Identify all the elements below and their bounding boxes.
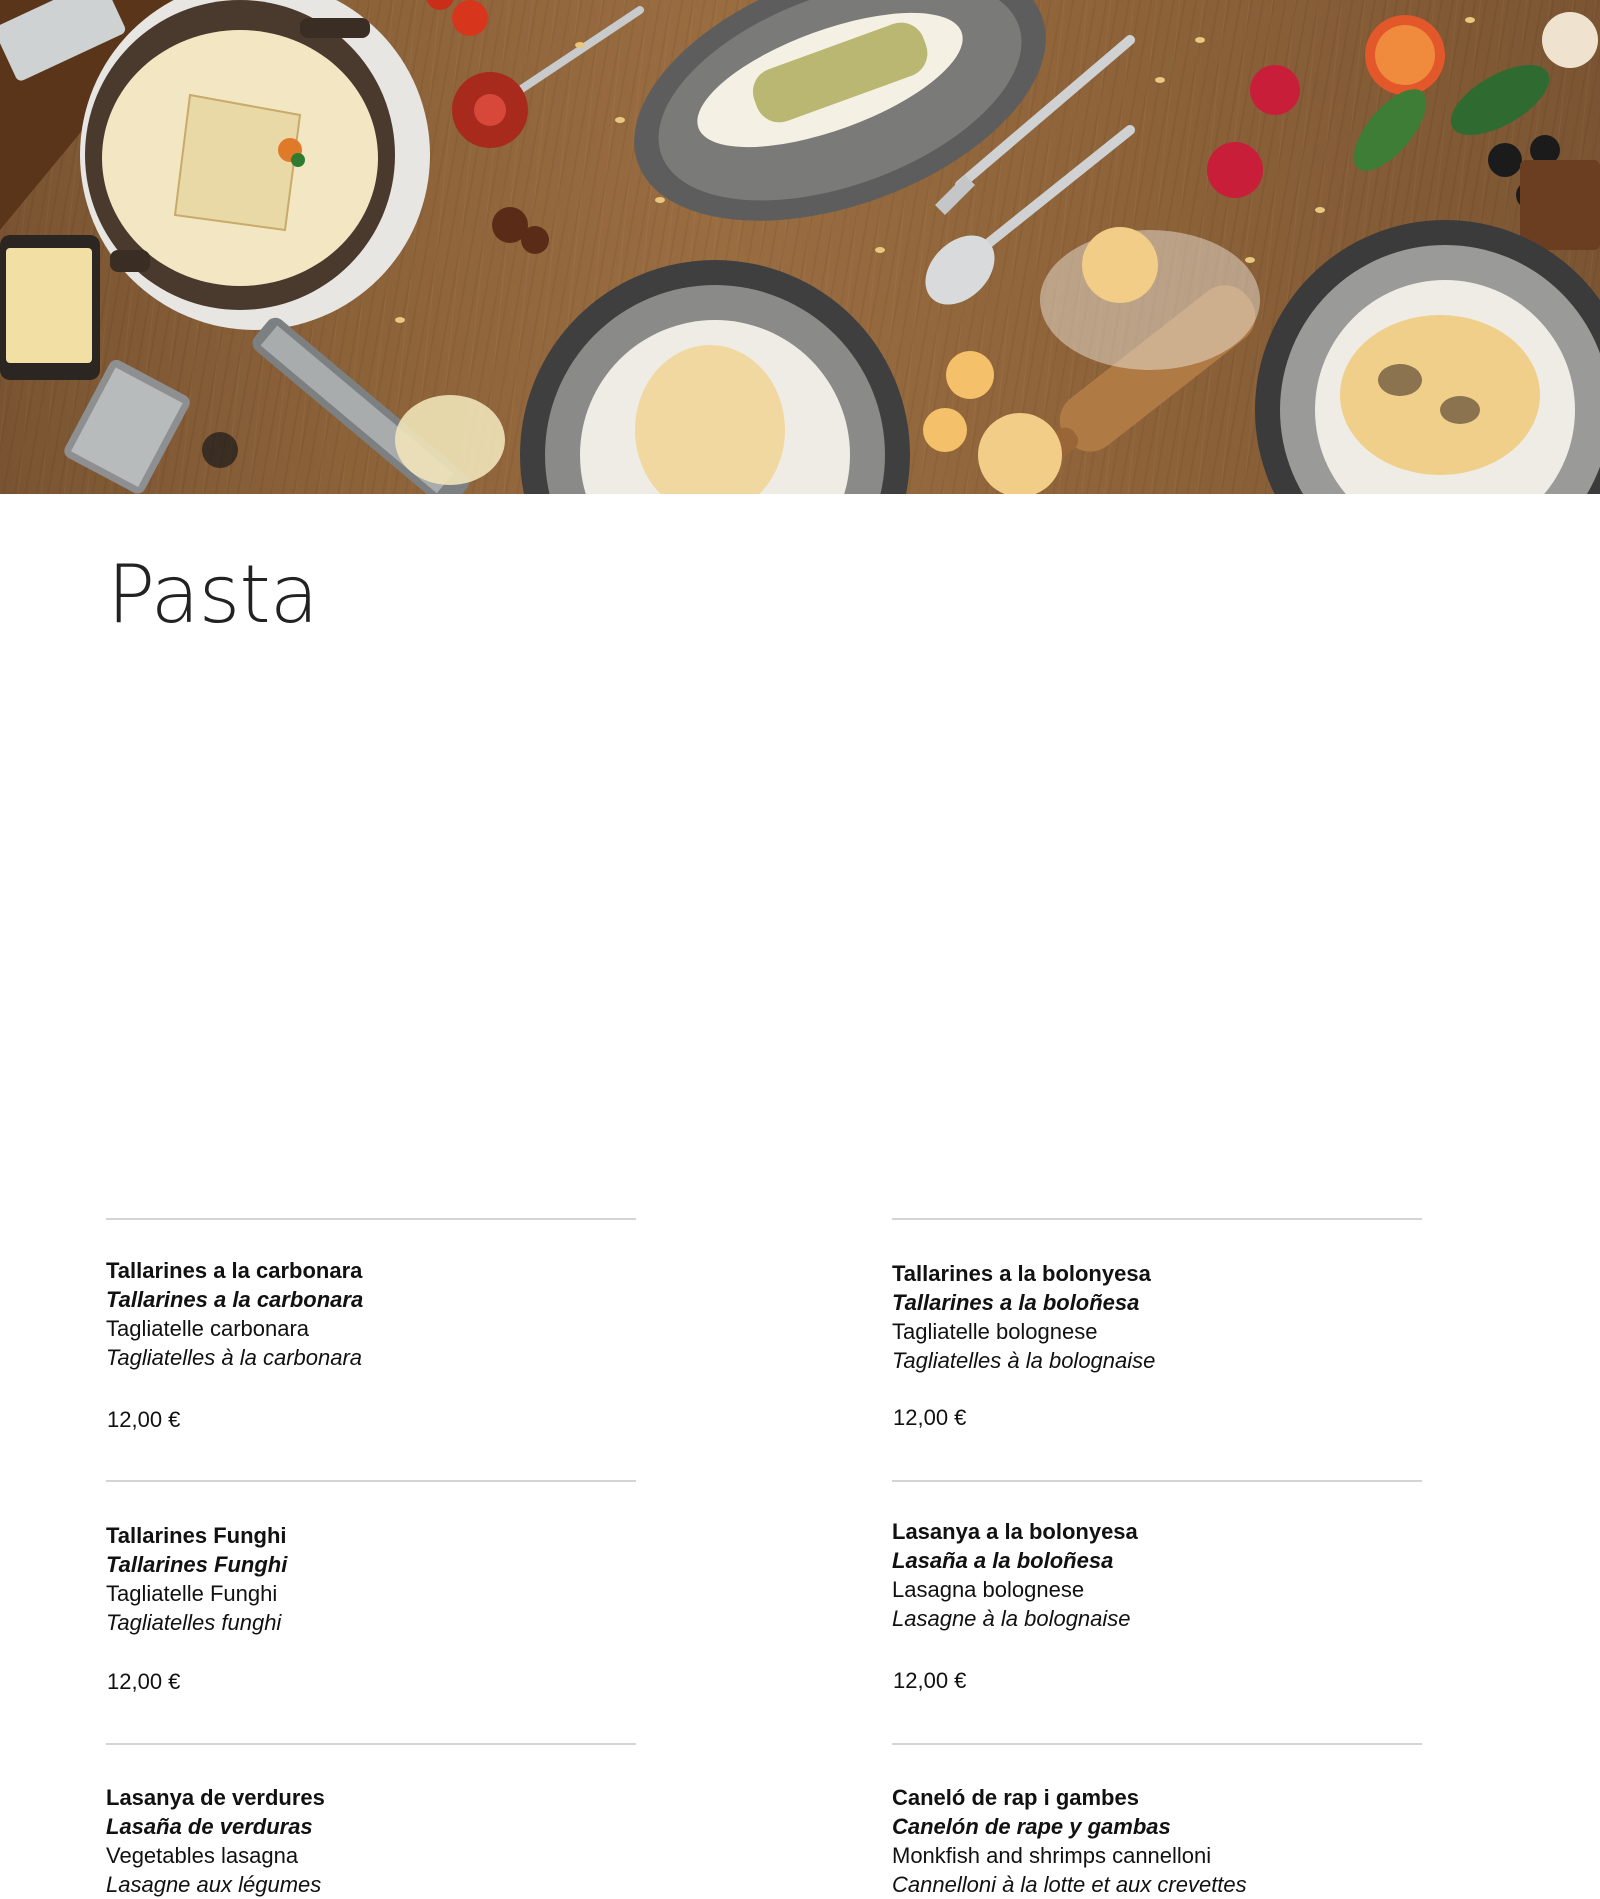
dish-name-catalan: Lasanya de verdures — [106, 1785, 325, 1810]
divider — [106, 1743, 636, 1745]
dish-name-english: Monkfish and shrimps cannelloni — [892, 1843, 1212, 1868]
dish-name-english: Tagliatelle Funghi — [106, 1581, 278, 1606]
menu-item: Tallarines a la bolonyesa Tallarines a l… — [892, 1218, 1422, 1430]
radish — [1250, 65, 1300, 115]
dish-name-french: Tagliatelles à la carbonara — [106, 1345, 363, 1370]
menu-item: Caneló de rap i gambes Canelón de rape y… — [892, 1743, 1422, 1897]
truffle — [1488, 143, 1522, 177]
grated-cheese — [395, 395, 505, 485]
section-title: Pasta — [107, 548, 319, 641]
dish-name-spanish: Tallarines a la boloñesa — [892, 1290, 1140, 1315]
dish-names: Lasanya de verdures Lasaña de verduras V… — [106, 1783, 325, 1899]
divider — [892, 1218, 1422, 1220]
pasta-nest — [1082, 227, 1158, 303]
dish-name-english: Tagliatelle carbonara — [106, 1316, 310, 1341]
dish-name-catalan: Tallarines a la carbonara — [106, 1258, 363, 1283]
dish-price: 12,00 € — [893, 1668, 967, 1693]
menu-item: Tallarines a la carbonara Tallarines a l… — [106, 1218, 636, 1432]
dish-name-spanish: Lasaña a la boloñesa — [892, 1548, 1114, 1573]
dish-price: 12,00 € — [893, 1405, 967, 1430]
dish-name-spanish: Lasaña de verduras — [106, 1814, 313, 1839]
divider — [106, 1218, 636, 1220]
dish-name-french: Tagliatelles à la bolognaise — [892, 1348, 1156, 1373]
dish-name-spanish: Tallarines a la carbonara — [106, 1287, 364, 1312]
dish-name-spanish: Canelón de rape y gambas — [892, 1814, 1171, 1839]
tagliatelle-bolognese — [1340, 315, 1540, 475]
divider — [106, 1480, 636, 1482]
dish-names: Tallarines Funghi Tallarines Funghi Tagl… — [106, 1521, 287, 1637]
dish-name-english: Lasagna bolognese — [892, 1577, 1085, 1602]
dish-name-french: Tagliatelles funghi — [106, 1610, 282, 1635]
divider — [892, 1480, 1422, 1482]
hero-photo — [0, 0, 1600, 494]
dish-name-french: Lasagne aux légumes — [106, 1872, 322, 1897]
dish-names: Tallarines a la carbonara Tallarines a l… — [106, 1256, 363, 1372]
lasagna-square — [173, 93, 302, 232]
menu-item: Tallarines Funghi Tallarines Funghi Tagl… — [106, 1480, 636, 1694]
dish-name-french: Cannelloni à la lotte et aux crevettes — [892, 1872, 1247, 1897]
dish-name-catalan: Tallarines a la bolonyesa — [892, 1261, 1151, 1286]
dish-name-english: Vegetables lasagna — [106, 1843, 299, 1868]
mushroom — [1542, 12, 1598, 68]
divider — [892, 1743, 1422, 1745]
dish-name-catalan: Tallarines Funghi — [106, 1523, 287, 1548]
menu-item: Lasanya a la bolonyesa Lasaña a la boloñ… — [892, 1480, 1422, 1693]
dish-names: Caneló de rap i gambes Canelón de rape y… — [892, 1783, 1247, 1899]
dish-name-catalan: Lasanya a la bolonyesa — [892, 1519, 1138, 1544]
dish-price: 12,00 € — [107, 1669, 181, 1694]
hero-food-illustration — [0, 0, 1600, 494]
dish-name-catalan: Caneló de rap i gambes — [892, 1785, 1139, 1810]
dish-price: 12,00 € — [107, 1407, 181, 1432]
menu-item: Lasanya de verdures Lasaña de verduras V… — [106, 1743, 636, 1897]
dish-name-spanish: Tallarines Funghi — [106, 1552, 288, 1577]
dish-names: Lasanya a la bolonyesa Lasaña a la boloñ… — [892, 1517, 1138, 1633]
dish-name-french: Lasagne à la bolognaise — [892, 1606, 1131, 1631]
dish-name-english: Tagliatelle bolognese — [892, 1319, 1098, 1344]
dish-names: Tallarines a la bolonyesa Tallarines a l… — [892, 1259, 1155, 1375]
leaves — [1450, 65, 1550, 135]
